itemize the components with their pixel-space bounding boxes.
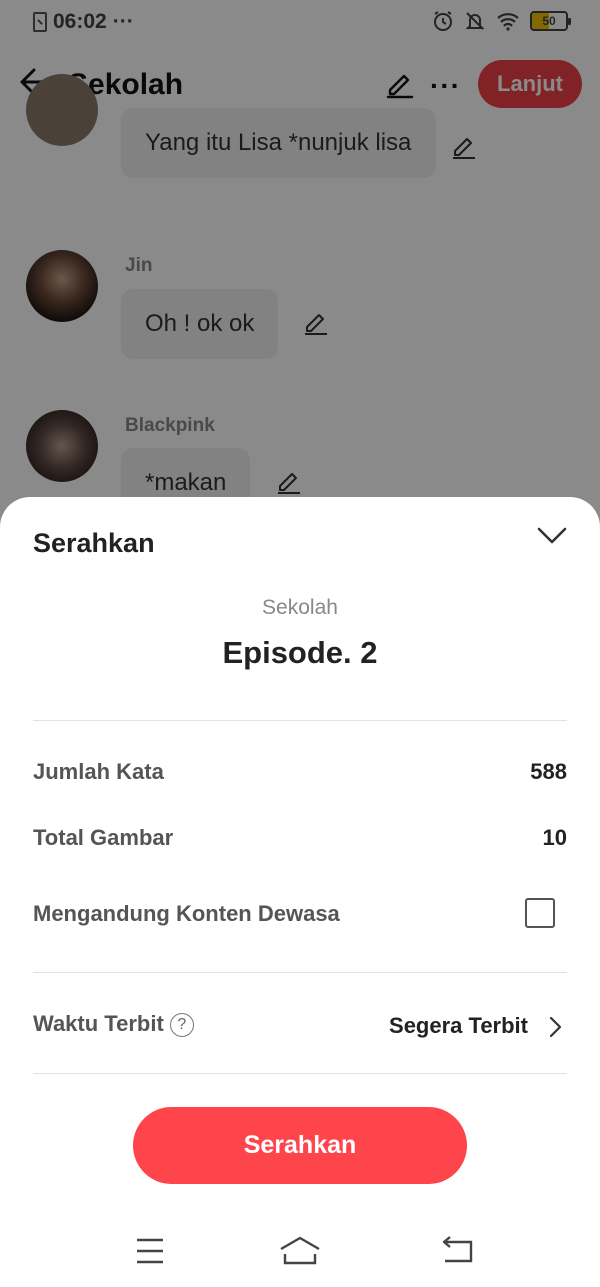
word-count-value: 588 xyxy=(530,759,567,784)
episode-name: Episode. 2 xyxy=(222,635,378,670)
sheet-title: Serahkan xyxy=(33,528,155,558)
home-icon[interactable] xyxy=(270,1227,330,1277)
submit-button[interactable]: Serahkan xyxy=(133,1107,467,1184)
divider xyxy=(33,1073,567,1074)
submit-bottom-sheet: Serahkan Sekolah Episode. 2 Jumlah Kata … xyxy=(0,497,600,1287)
menu-icon[interactable] xyxy=(120,1227,180,1277)
divider xyxy=(33,720,567,721)
back-icon[interactable] xyxy=(428,1227,488,1277)
images-label: Total Gambar xyxy=(33,825,174,850)
divider xyxy=(33,972,567,973)
help-icon[interactable]: ? xyxy=(169,1013,194,1037)
system-nav-bar xyxy=(0,1227,600,1287)
publish-time-label[interactable]: Waktu Terbit? xyxy=(33,1011,194,1037)
word-count-label: Jumlah Kata xyxy=(33,759,164,784)
chevron-right-icon[interactable] xyxy=(547,1015,563,1039)
mature-content-checkbox[interactable] xyxy=(525,898,555,928)
images-value: 10 xyxy=(542,825,567,850)
mature-content-label: Mengandung Konten Dewasa xyxy=(33,901,340,926)
series-name: Sekolah xyxy=(262,596,338,619)
publish-time-text: Waktu Terbit xyxy=(33,1011,164,1036)
publish-time-value[interactable]: Segera Terbit xyxy=(389,1013,528,1039)
chevron-down-icon[interactable] xyxy=(532,521,572,549)
